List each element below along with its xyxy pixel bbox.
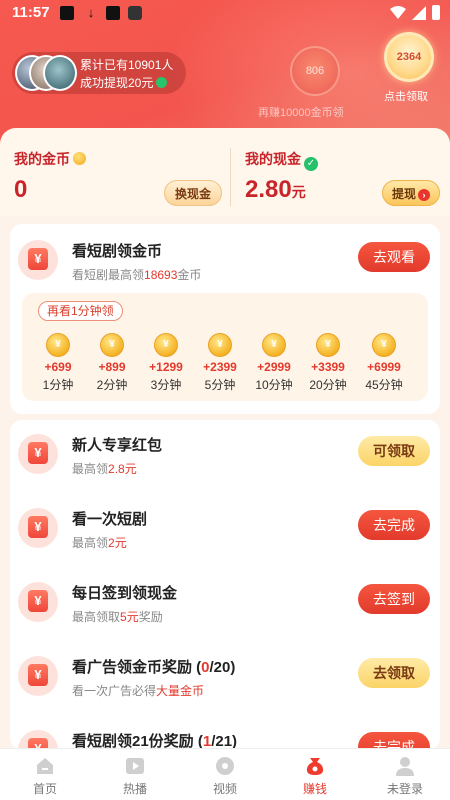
exchange-cash-button[interactable]: 换现金 bbox=[164, 180, 222, 206]
chevron-right-icon: › bbox=[418, 189, 430, 201]
tab-profile[interactable]: 未登录 bbox=[360, 755, 450, 797]
coin-icon: ¥ bbox=[100, 333, 124, 357]
wallet-panel: 我的金币 0 换现金 我的现金 ✓ 2.80元 提现 › bbox=[0, 128, 450, 216]
complete-button[interactable]: 去完成 bbox=[358, 510, 430, 540]
task-title: 新人专享红包 bbox=[72, 437, 163, 454]
coins-label: 我的金币 bbox=[14, 149, 86, 169]
ladder-step: ¥ +3399 20分钟 bbox=[302, 333, 354, 393]
reward-ladder: 再看1分钟领 ¥ +699 1分钟 ¥ +899 2分钟 ¥ +1299 3分钟 ¥ +239… bbox=[22, 293, 428, 401]
withdraw-count-text: 累计已有10901人 bbox=[80, 58, 174, 72]
coin-icon: ¥ bbox=[316, 333, 340, 357]
task-subtitle: 最高领取5元奖励 bbox=[72, 610, 163, 624]
red-envelope-icon: ¥ bbox=[18, 656, 58, 696]
red-envelope-icon: ¥ bbox=[18, 582, 58, 622]
cash-label: 我的现金 ✓ bbox=[245, 149, 318, 171]
red-envelope-icon: ¥ bbox=[18, 240, 58, 280]
signal-icon bbox=[412, 5, 426, 20]
video-icon bbox=[214, 755, 236, 777]
go-claim-button[interactable]: 去领取 bbox=[358, 658, 430, 688]
task-newbie-envelope: ¥ 新人专享红包 最高领2.8元 可领取 bbox=[10, 428, 440, 484]
withdraw-button[interactable]: 提现 › bbox=[382, 180, 440, 206]
ladder-step: ¥ +2999 10分钟 bbox=[248, 333, 300, 393]
red-envelope-icon: ¥ bbox=[18, 508, 58, 548]
task-subtitle: 看一次广告必得大量金币 bbox=[72, 684, 205, 698]
coin-icon: ¥ bbox=[208, 333, 232, 357]
avatar-group bbox=[15, 55, 77, 91]
claim-button[interactable]: 可领取 bbox=[358, 436, 430, 466]
ladder-step: ¥ +2399 5分钟 bbox=[194, 333, 246, 393]
wifi-icon bbox=[390, 5, 406, 19]
coin-bubble-claim[interactable]: 2364 bbox=[384, 32, 434, 82]
divider bbox=[230, 148, 231, 206]
tab-video[interactable]: 视频 bbox=[180, 755, 270, 797]
withdraw-ticker: 累计已有10901人 成功提现20元 bbox=[12, 52, 186, 94]
download-icon: ↓ bbox=[87, 5, 95, 20]
task-title: 看短剧领金币 bbox=[72, 243, 163, 260]
coin-icon: ¥ bbox=[154, 333, 178, 357]
red-envelope-icon: ¥ bbox=[18, 434, 58, 474]
coin-icon: ¥ bbox=[262, 333, 286, 357]
task-subtitle: 最高领2元 bbox=[72, 536, 127, 550]
coin-bubble-small[interactable]: 806 bbox=[290, 46, 340, 96]
task-watch-drama: ¥ 看短剧领金币 看短剧最高领18693金币 去观看 bbox=[10, 234, 440, 290]
ladder-step: ¥ +1299 3分钟 bbox=[140, 333, 192, 393]
coin-icon bbox=[73, 152, 86, 165]
cash-value: 2.80元 bbox=[245, 176, 306, 203]
coin-icon: ¥ bbox=[372, 333, 396, 357]
app-notification-icon bbox=[128, 6, 142, 20]
complete-button[interactable]: 去完成 bbox=[358, 732, 430, 748]
status-time: 11:57 bbox=[12, 4, 50, 21]
status-bar: 11:57 ↓ bbox=[0, 0, 450, 26]
coins-value: 0 bbox=[14, 176, 28, 203]
task-subtitle: 最高领2.8元 bbox=[72, 462, 137, 476]
task-title: 看一次短剧 bbox=[72, 511, 148, 528]
ladder-step: ¥ +699 1分钟 bbox=[32, 333, 84, 393]
bottom-tab-bar: 首页 热播 视频 赚钱 未登录 bbox=[0, 748, 450, 800]
check-icon: ✓ bbox=[304, 157, 318, 171]
task-title: 每日签到领现金 bbox=[72, 585, 178, 602]
task-title: 看广告领金币奖励 (0/20) bbox=[72, 659, 236, 676]
avatar bbox=[43, 55, 77, 91]
battery-icon bbox=[432, 5, 440, 20]
coin-icon: ¥ bbox=[46, 333, 70, 357]
tab-earn[interactable]: 赚钱 bbox=[270, 755, 360, 797]
money-bag-icon bbox=[304, 755, 326, 777]
task-title: 看短剧领21份奖励 (1/21) bbox=[72, 733, 238, 748]
withdraw-amount-text: 成功提现20元 bbox=[80, 74, 168, 91]
coin-goal-note: 再赚10000金币领 bbox=[258, 107, 344, 119]
task-subtitle: 看短剧最高领18693金币 bbox=[72, 268, 202, 282]
red-envelope-icon: ¥ bbox=[18, 730, 58, 748]
tab-home[interactable]: 首页 bbox=[0, 755, 90, 797]
ladder-step: ¥ +899 2分钟 bbox=[86, 333, 138, 393]
task-watch-once: ¥ 看一次短剧 最高领2元 去完成 bbox=[10, 502, 440, 558]
wechat-icon bbox=[156, 77, 168, 88]
home-icon bbox=[34, 755, 56, 777]
user-icon bbox=[394, 755, 416, 777]
ladder-tag: 再看1分钟领 bbox=[38, 301, 123, 321]
checkin-button[interactable]: 去签到 bbox=[358, 584, 430, 614]
task-daily-checkin: ¥ 每日签到领现金 最高领取5元奖励 去签到 bbox=[10, 576, 440, 632]
claim-label[interactable]: 点击领取 bbox=[384, 88, 428, 104]
app-notification-icon bbox=[106, 6, 120, 20]
go-watch-button[interactable]: 去观看 bbox=[358, 242, 430, 272]
task-watch-ads: ¥ 看广告领金币奖励 (0/20) 看一次广告必得大量金币 去领取 bbox=[10, 650, 440, 706]
tab-trending[interactable]: 热播 bbox=[90, 755, 180, 797]
notification-icon bbox=[60, 6, 74, 20]
task-drama-21: ¥ 看短剧领21份奖励 (1/21) 去完成 bbox=[10, 724, 440, 748]
ladder-step: ¥ +6999 45分钟 bbox=[358, 333, 410, 393]
play-icon bbox=[124, 755, 146, 777]
